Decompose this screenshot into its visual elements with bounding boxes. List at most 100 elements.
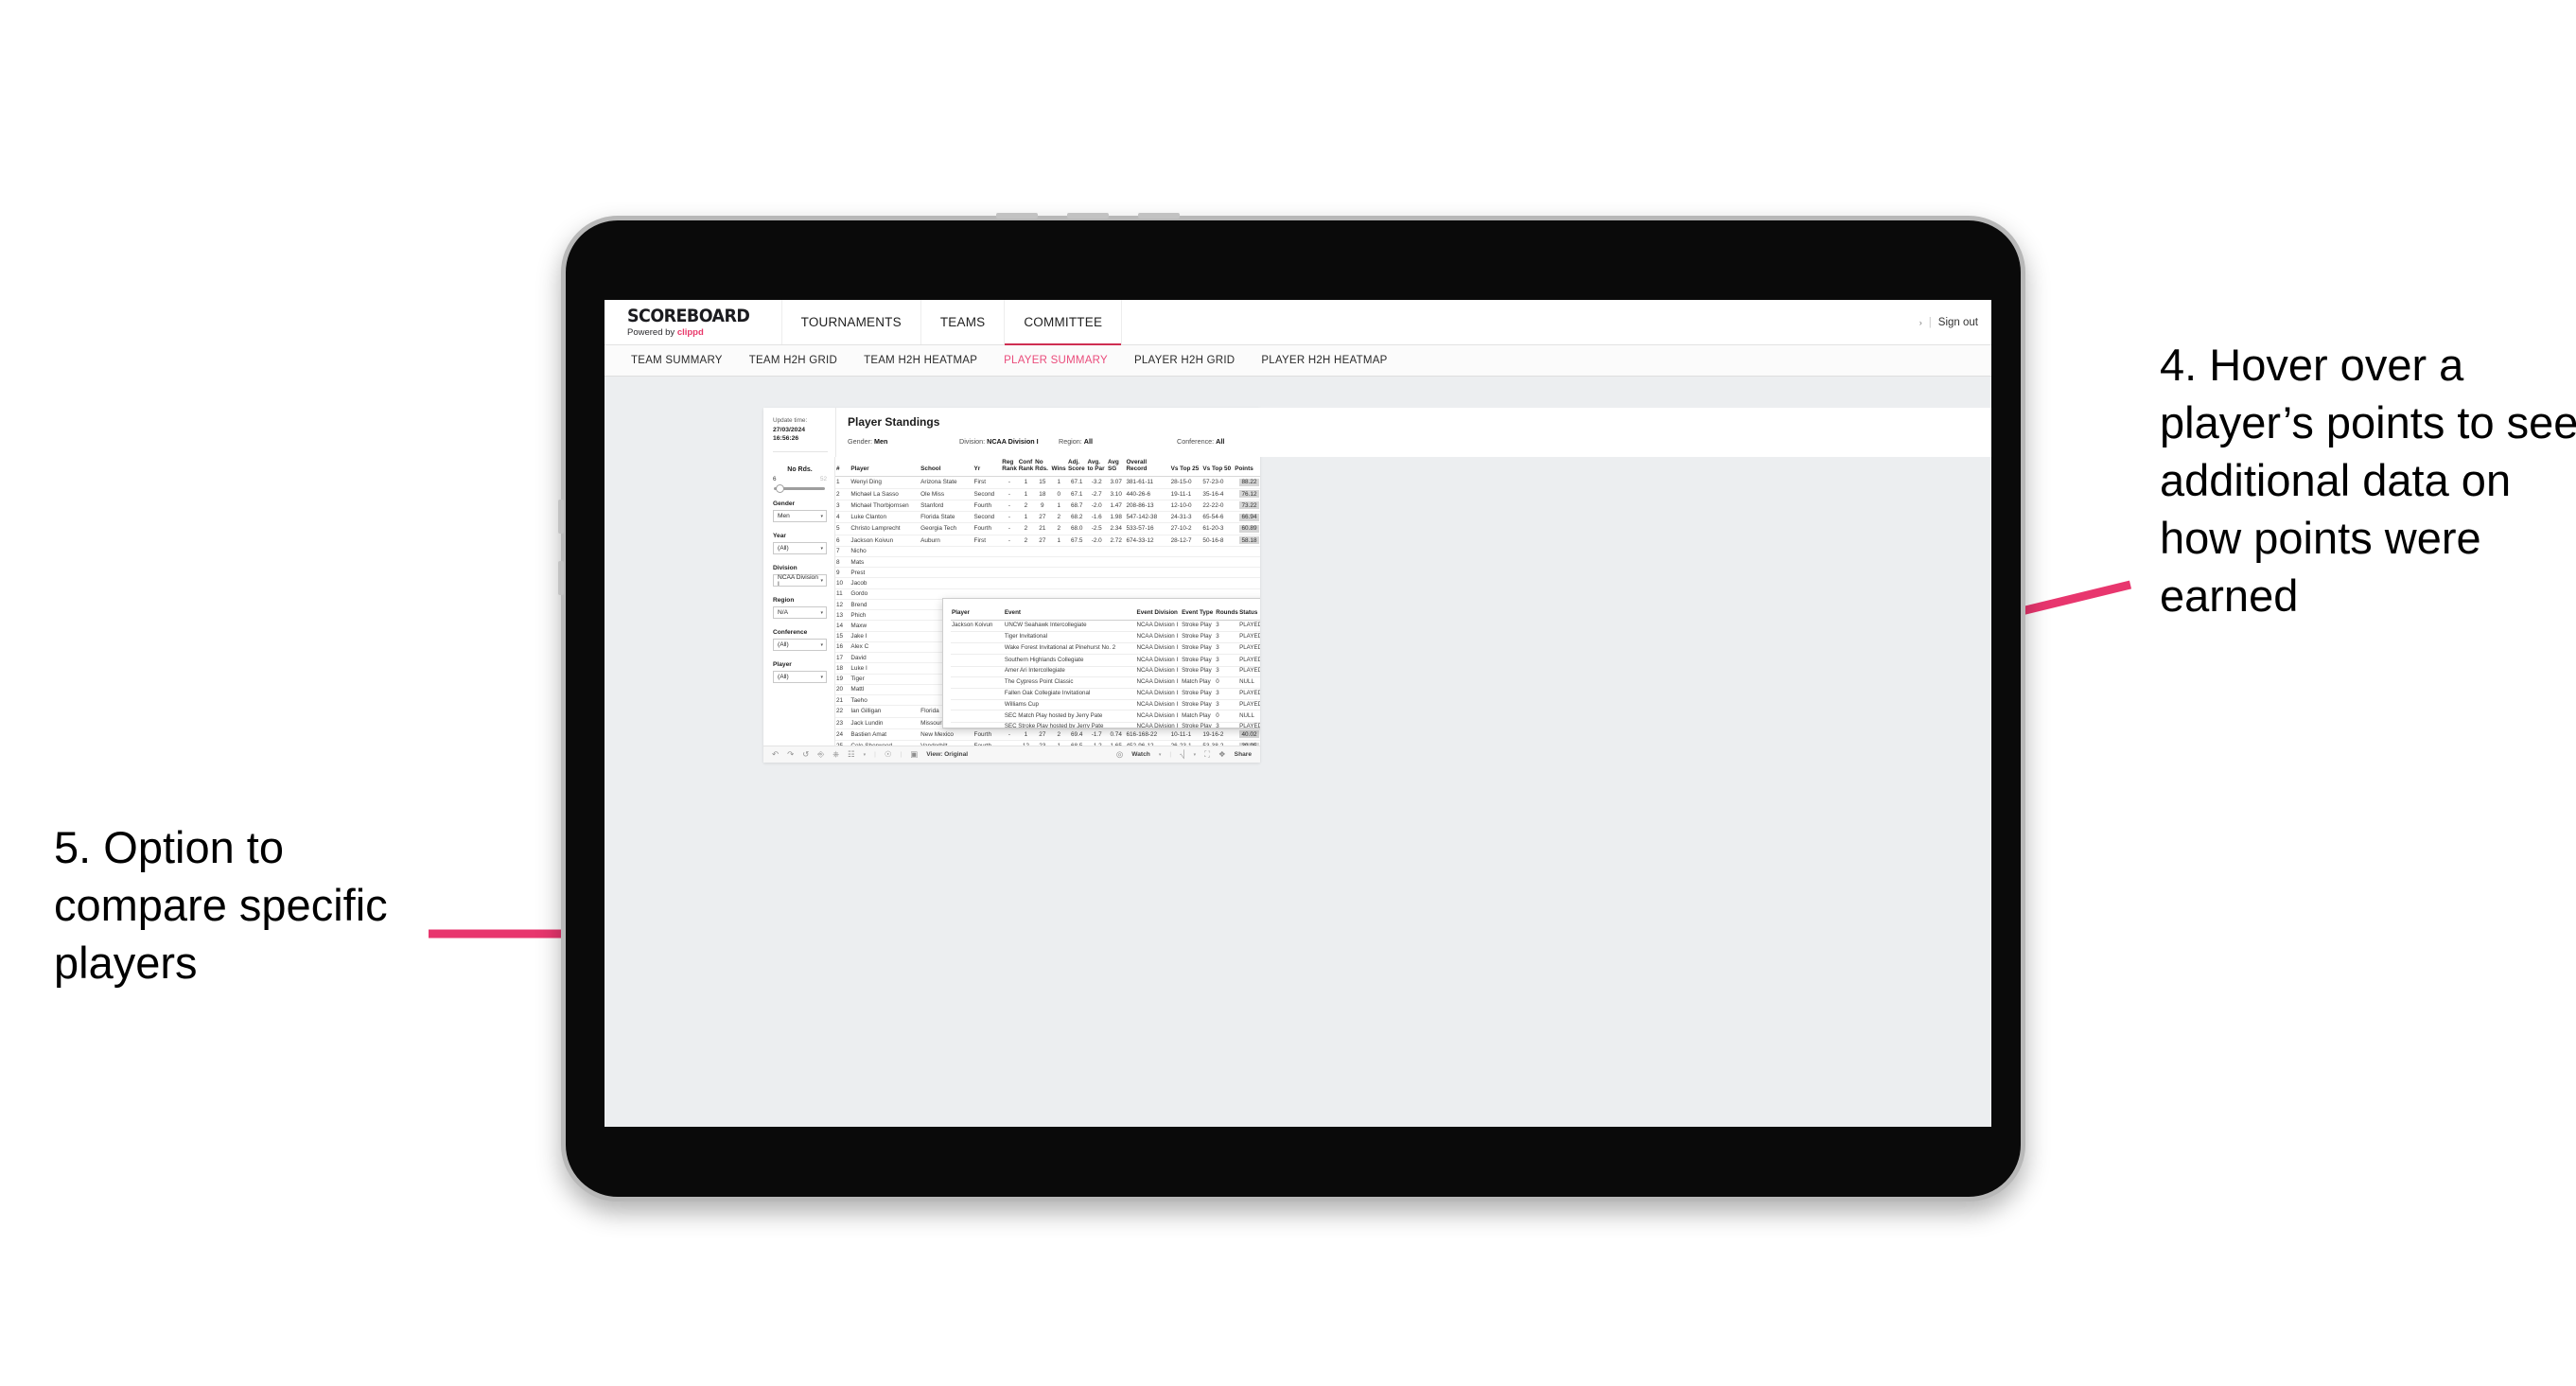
table-row[interactable]: 6 Jackson Koivun Auburn First -2 27 1 67.5 -2.0 2… [835, 535, 1260, 547]
filter-select-gender[interactable]: Men ▾ [773, 510, 827, 522]
col-overall-record[interactable]: Overall Record [1125, 457, 1170, 478]
tooltip-division-cell: NCAA Division I [1135, 722, 1182, 728]
overall-record-cell [1125, 577, 1170, 589]
redo-icon[interactable]: ↷ [787, 750, 794, 759]
no-rds-cell: 27 [1034, 535, 1051, 547]
table-row[interactable]: 7 Nicho [835, 546, 1260, 557]
col-yr[interactable]: Yr [973, 457, 1002, 478]
col-school[interactable]: School [920, 457, 973, 478]
points-cell[interactable]: 73.22 [1234, 500, 1260, 513]
filter-select-division[interactable]: NCAA Division I ▾ [773, 574, 827, 588]
reg-rank-cell: - [1001, 476, 1018, 489]
filter-select-conference[interactable]: (All) ▾ [773, 639, 827, 651]
chevron-right-icon[interactable]: › [1919, 318, 1922, 327]
col-avg-to-par[interactable]: Avg. to Par [1086, 457, 1107, 478]
points-cell[interactable]: 39.95 [1234, 740, 1260, 746]
tab-player-summary[interactable]: PLAYER SUMMARY [990, 355, 1121, 366]
share-label[interactable]: Share [1235, 751, 1252, 758]
vs-top-50-cell: 65-54-6 [1201, 511, 1235, 524]
points-cell[interactable]: 60.89 [1234, 522, 1260, 535]
col-rank[interactable]: # [835, 457, 850, 478]
rounds-range-slider[interactable] [774, 483, 825, 493]
points-cell[interactable] [1234, 577, 1260, 589]
points-cell[interactable]: 40.02 [1234, 728, 1260, 741]
col-no-rds[interactable]: No Rds. [1034, 457, 1051, 478]
points-value[interactable]: 39.95 [1239, 742, 1259, 746]
points-value[interactable]: 66.94 [1239, 513, 1259, 521]
brand-sub-prefix: Powered by [627, 326, 677, 338]
table-row[interactable]: 3 Michael Thorbjornsen Stanford Fourth -2 9 1 6… [835, 500, 1260, 513]
points-value[interactable]: 60.89 [1239, 524, 1259, 533]
filter-select-year[interactable]: (All) ▾ [773, 542, 827, 554]
tab-team-summary[interactable]: TEAM SUMMARY [618, 355, 736, 366]
view-original-label[interactable]: View: Original [926, 751, 968, 758]
col-adj-score[interactable]: Adj. Score [1066, 457, 1087, 478]
nav-item-committee[interactable]: COMMITTEE [1005, 300, 1123, 345]
chevron-down-icon[interactable]: ▾ [1194, 752, 1197, 758]
sign-out-link[interactable]: Sign out [1938, 317, 1978, 328]
points-cell[interactable] [1234, 556, 1260, 569]
refresh-data-icon[interactable]: ⎆ [817, 750, 824, 759]
chevron-down-icon[interactable]: ▾ [1159, 752, 1162, 758]
col-vs-top-25[interactable]: Vs Top 25 [1169, 457, 1202, 478]
share-icon[interactable]: ❖ [1218, 750, 1226, 759]
points-cell[interactable]: 76.12 [1234, 488, 1260, 500]
points-value[interactable]: 40.02 [1239, 730, 1259, 739]
points-cell[interactable]: 58.18 [1234, 535, 1260, 547]
view-original-icon[interactable]: ▣ [910, 750, 918, 759]
table-row[interactable]: 8 Mats [835, 556, 1260, 569]
slider-handle[interactable] [776, 483, 784, 493]
tab-team-h2h-grid[interactable]: TEAM H2H GRID [736, 355, 850, 366]
col-reg-rank[interactable]: Reg Rank [1001, 457, 1018, 478]
tooltip-status-cell: PLAYED [1238, 699, 1260, 711]
watch-label[interactable]: Watch [1131, 751, 1150, 758]
col-vs-top-50[interactable]: Vs Top 50 [1201, 457, 1235, 478]
col-points[interactable]: Points [1234, 457, 1260, 478]
table-row[interactable]: 9 Prest [835, 567, 1260, 579]
points-value[interactable]: 76.12 [1239, 490, 1259, 499]
table-row[interactable]: 5 Christo Lamprecht Georgia Tech Fourth -2 21… [835, 522, 1260, 535]
app-logo[interactable]: SCOREBOARD Powered by clippd [605, 300, 782, 344]
tooltip-division-cell: NCAA Division I [1135, 642, 1182, 656]
table-row[interactable]: 1 Wenyi Ding Arizona State First -1 15 1 67.1 -3… [835, 476, 1260, 489]
points-value[interactable]: 58.18 [1239, 536, 1259, 545]
vs-top-50-cell [1201, 546, 1235, 557]
conf-rank-cell: 2 [1017, 500, 1035, 513]
undo-icon[interactable]: ↶ [772, 750, 779, 759]
pause-updates-icon[interactable]: ⎈ [832, 750, 839, 759]
table-row[interactable]: 24 Bastien Amat New Mexico Fourth -1 27 2 69.4-… [835, 728, 1260, 741]
fullscreen-icon[interactable]: ⛶ [1204, 750, 1210, 759]
chevron-down-icon[interactable]: ▾ [864, 752, 867, 758]
nav-item-teams[interactable]: TEAMS [921, 300, 1006, 344]
tab-team-h2h-heatmap[interactable]: TEAM H2H HEATMAP [850, 355, 990, 366]
points-value[interactable]: 88.22 [1239, 478, 1259, 486]
tab-player-h2h-grid[interactable]: PLAYER H2H GRID [1121, 355, 1248, 366]
standings-table-container[interactable]: # Player School Yr Reg Rank Conf Rank No… [835, 457, 1260, 746]
col-player[interactable]: Player [850, 457, 920, 478]
table-row[interactable]: 4 Luke Clanton Florida State Second -1 27 2 68.… [835, 511, 1260, 524]
data-source-icon[interactable]: ☷ [848, 750, 855, 759]
table-row[interactable]: 25Cole SherwoodVanderbiltFourth-1223168.… [835, 740, 1260, 746]
table-row[interactable]: 10 Jacob [835, 577, 1260, 589]
points-cell[interactable] [1234, 567, 1260, 579]
filter-select-player[interactable]: (All) ▾ [773, 671, 827, 683]
device-layout-icon[interactable]: ☉ [885, 750, 892, 759]
tab-player-h2h-heatmap[interactable]: PLAYER H2H HEATMAP [1248, 355, 1400, 366]
points-cell[interactable] [1234, 546, 1260, 557]
revert-icon[interactable]: ↺ [802, 750, 809, 759]
table-row[interactable]: 2 Michael La Sasso Ole Miss Second -1 18 0 67.1… [835, 488, 1260, 500]
watch-icon[interactable]: ◎ [1116, 750, 1123, 759]
points-value[interactable]: 73.22 [1239, 501, 1259, 510]
filter-select-region[interactable]: N/A ▾ [773, 606, 827, 619]
download-icon[interactable]: ⎷ [1180, 750, 1185, 759]
points-cell[interactable]: 88.22 [1234, 476, 1260, 489]
col-avg-sg[interactable]: Avg SG [1106, 457, 1126, 478]
reg-rank-cell [1001, 567, 1018, 579]
player-cell: Ian Gilligan [850, 705, 920, 718]
col-wins[interactable]: Wins [1050, 457, 1067, 478]
nav-item-tournaments[interactable]: TOURNAMENTS [782, 300, 921, 344]
criterion-region-label: Region: [1059, 437, 1082, 446]
col-conf-rank[interactable]: Conf Rank [1017, 457, 1035, 478]
app-header: SCOREBOARD Powered by clippd TOURNAMENTS… [605, 300, 1991, 345]
points-cell[interactable]: 66.94 [1234, 511, 1260, 524]
